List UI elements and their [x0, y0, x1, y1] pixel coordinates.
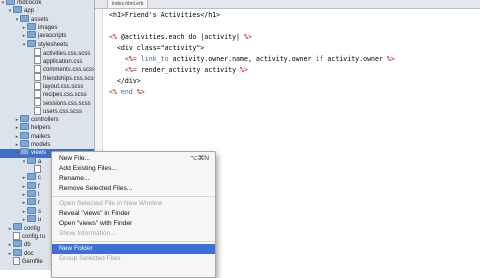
menu-item-group-selected-files: Group Selected Files	[52, 254, 215, 264]
code-token: if	[315, 55, 328, 63]
menu-separator	[52, 241, 215, 242]
folder-icon	[20, 123, 29, 131]
editor-tab[interactable]: index.html.erb	[107, 0, 149, 8]
folder-icon	[27, 173, 36, 181]
file-icon	[34, 64, 41, 73]
menu-item-label: Show Information...	[59, 230, 116, 237]
file-icon	[34, 73, 41, 82]
folder-icon	[27, 215, 36, 223]
folder-icon	[20, 14, 29, 22]
folder-icon	[13, 248, 22, 256]
menu-item-shortcut: ⌥⌘N	[190, 155, 209, 162]
file-icon	[13, 256, 20, 265]
menu-item-label: Open "views" with Finder	[59, 220, 133, 227]
code-line: <h1>Friend's Activities</h1>	[109, 10, 220, 21]
file-icon	[34, 81, 41, 90]
menu-item-label: Group Selected Files	[59, 255, 121, 262]
code-token: %>	[386, 55, 395, 63]
code-token: <%=	[109, 66, 141, 74]
folder-icon	[20, 139, 29, 147]
folder-icon	[27, 190, 36, 198]
code-token: %>	[136, 88, 145, 96]
folder-icon	[20, 114, 29, 122]
menu-item-rename[interactable]: Rename...	[52, 174, 215, 184]
menu-item-label: New File...	[59, 155, 91, 162]
code-token: <%	[109, 88, 121, 96]
file-icon	[34, 56, 41, 65]
code-line: <%= render_activity activity %>	[109, 65, 248, 76]
code-token: %>	[244, 33, 252, 41]
folder-icon	[20, 148, 29, 156]
folder-icon	[27, 198, 36, 206]
code-line: <% @activities.each do |activity| %>	[109, 32, 252, 43]
code-token: <%=	[109, 55, 141, 63]
menu-item-open-selected-file-in-new-window: Open Selected File in New Window	[52, 199, 215, 209]
menu-item-new-file[interactable]: New File... ⌥⌘N	[52, 154, 215, 164]
code-line: <% end %>	[109, 87, 145, 98]
code-line: <%= link_to activity.owner.name, activit…	[109, 54, 395, 65]
menu-item-new-folder[interactable]: New Folder	[52, 244, 215, 254]
file-icon	[34, 98, 41, 107]
menu-item-add-existing-files[interactable]: Add Existing Files...	[52, 164, 215, 174]
folder-icon	[27, 181, 36, 189]
menu-item-label: Reveal "views" in Finder	[59, 210, 131, 217]
code-content[interactable]: <h1>Friend's Activities</h1> <% @activiti…	[109, 9, 479, 109]
folder-icon	[13, 6, 22, 14]
folder-icon	[27, 206, 36, 214]
editor-tab-bar: index.html.erb	[95, 0, 480, 9]
code-token: </div>	[109, 77, 141, 85]
file-icon	[34, 89, 41, 98]
menu-item-label: Add Existing Files...	[59, 165, 117, 172]
code-token: %>	[240, 66, 248, 74]
code-token: <div class="activity">	[109, 44, 205, 52]
file-icon	[13, 231, 20, 240]
code-token: <h1>Friend's Activities</h1>	[109, 11, 221, 19]
file-icon	[34, 48, 41, 57]
code-token: render_activity activity	[140, 66, 241, 74]
folder-icon	[13, 240, 22, 248]
menu-item-open-views-with-finder[interactable]: Open "views" with Finder	[52, 219, 215, 229]
context-menu: New File... ⌥⌘N Add Existing Files... Renam…	[51, 151, 216, 278]
code-token: link_to	[140, 55, 173, 63]
folder-icon	[27, 156, 36, 164]
folder-icon	[6, 0, 15, 5]
menu-item-reveal-views-in-finder[interactable]: Reveal "views" in Finder	[52, 209, 215, 219]
folder-icon	[27, 31, 36, 39]
code-line: </div>	[109, 76, 141, 87]
code-token: end	[120, 88, 137, 96]
tree-item-label: Gemfile	[22, 259, 43, 266]
code-token: activity.owner	[327, 55, 387, 63]
code-token: @activities.each do	[120, 33, 201, 41]
file-icon	[34, 165, 41, 173]
menu-item-show-information: Show Information...	[52, 229, 215, 239]
menu-item-remove-selected-files[interactable]: Remove Selected Files...	[52, 184, 215, 194]
code-token: activity.owner.name, activity.owner	[172, 55, 316, 63]
menu-item-label: Remove Selected Files...	[59, 185, 133, 192]
code-token: <%	[109, 33, 121, 41]
menu-item-label: New Folder	[59, 245, 93, 252]
code-token: |activity|	[200, 33, 244, 41]
menu-item-label: Open Selected File in New Window	[59, 200, 163, 207]
folder-icon	[27, 39, 36, 47]
code-line: <div class="activity">	[109, 43, 204, 54]
folder-icon	[27, 23, 36, 31]
folder-icon	[20, 131, 29, 139]
menu-item-label: Rename...	[59, 175, 90, 182]
file-icon	[34, 106, 41, 115]
folder-icon	[13, 223, 22, 231]
menu-separator	[52, 196, 215, 197]
